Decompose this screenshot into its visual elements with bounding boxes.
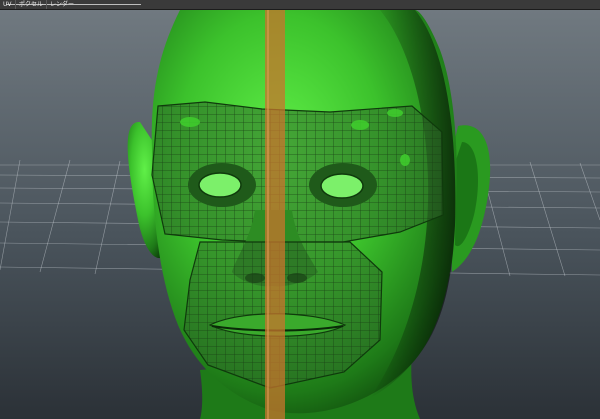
menu-uv[interactable]: UV [0, 0, 15, 9]
viewport-menubar: UV ポクセル レンダー [0, 0, 600, 10]
menu-polygon[interactable]: ポクセル [15, 0, 46, 9]
viewport-canvas[interactable] [0, 10, 600, 419]
3d-viewport[interactable] [0, 10, 600, 419]
app-window: UV ポクセル レンダー [0, 0, 600, 419]
menu-render[interactable]: レンダー [46, 0, 77, 9]
